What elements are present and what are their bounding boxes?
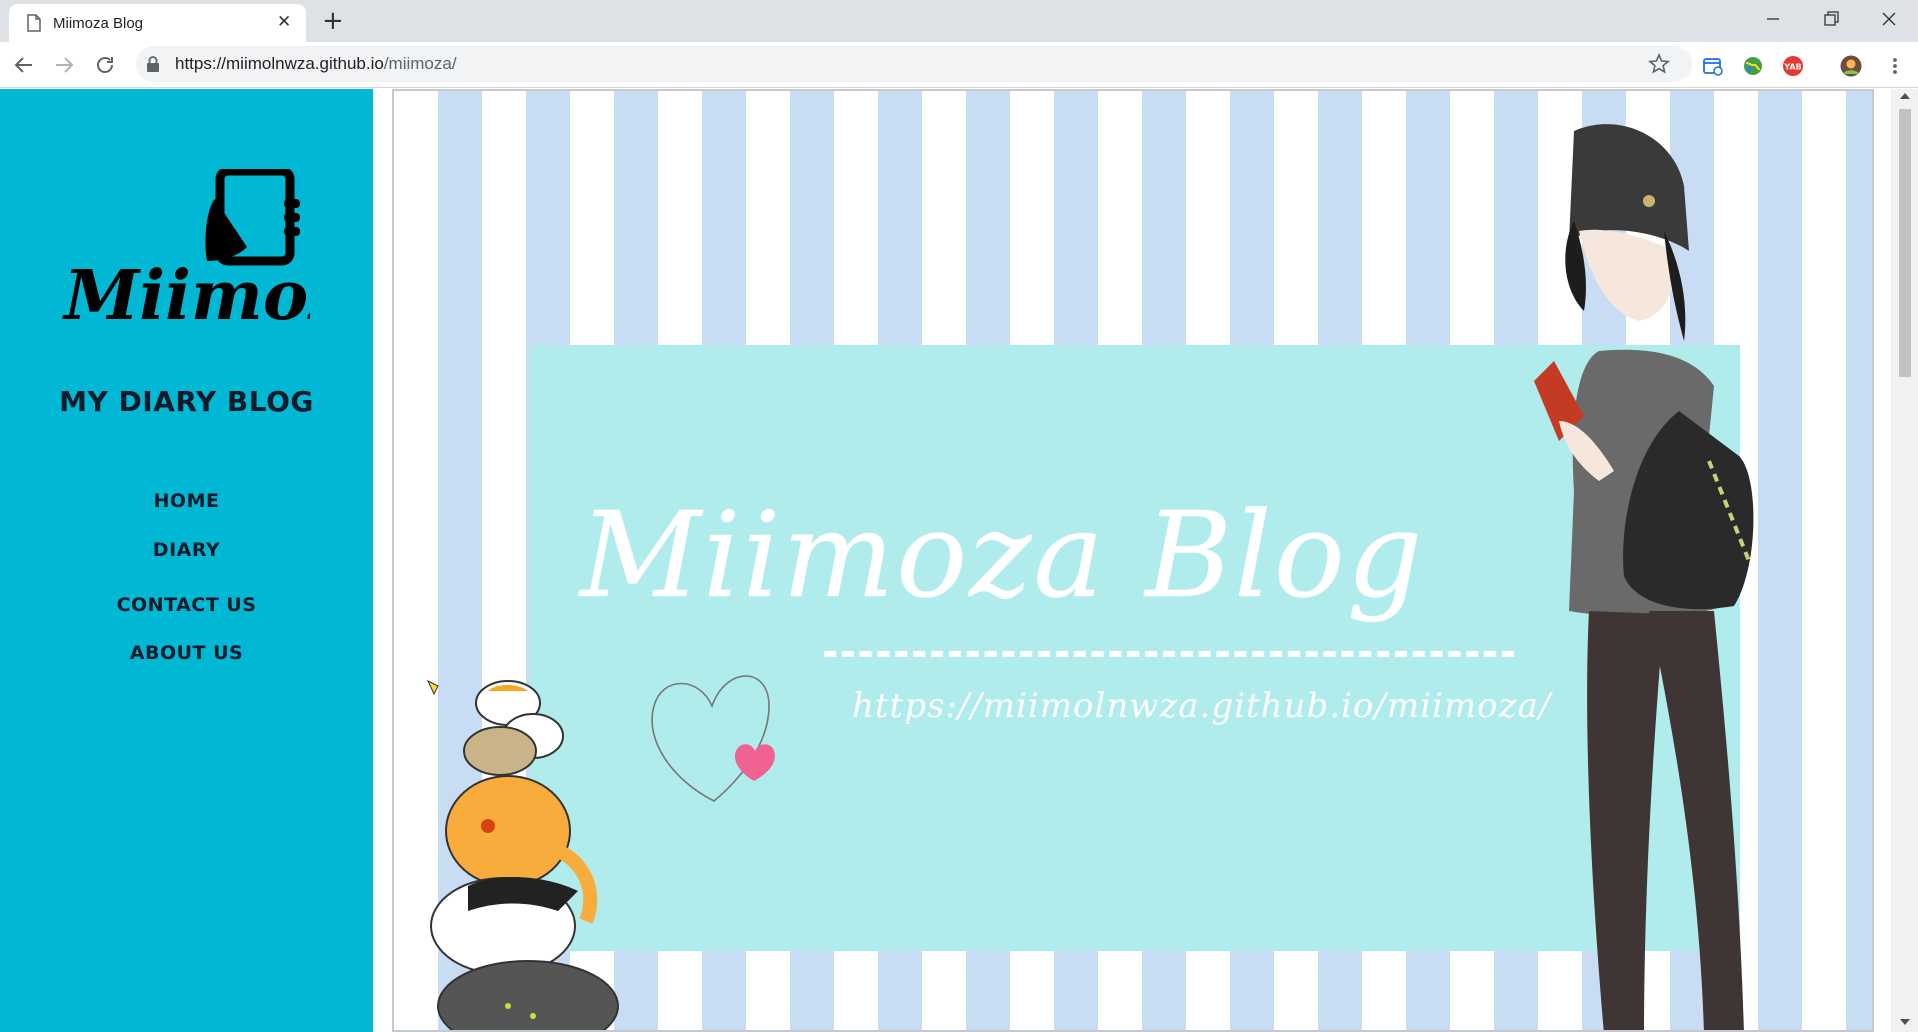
- address-bar[interactable]: https://miimolnwza.github.io/miimoza/: [136, 46, 1692, 82]
- close-window-icon[interactable]: [1878, 8, 1900, 30]
- anime-girl-illustration: [1534, 124, 1754, 1030]
- nav-diary[interactable]: DIARY: [0, 539, 373, 561]
- tab-title: Miimoza Blog: [53, 15, 144, 32]
- new-tab-button[interactable]: +: [322, 6, 344, 36]
- minimize-icon[interactable]: [1762, 8, 1784, 30]
- scrollbar-thumb[interactable]: [1899, 109, 1911, 377]
- nav-home[interactable]: HOME: [0, 490, 373, 512]
- bookmark-star-icon[interactable]: [1648, 53, 1670, 75]
- yab-extension-icon[interactable]: YAB: [1782, 55, 1804, 77]
- forward-icon[interactable]: [52, 53, 76, 77]
- menu-kebab-icon[interactable]: [1884, 55, 1906, 77]
- calendar-extension-icon[interactable]: [1702, 55, 1724, 77]
- reload-icon[interactable]: [93, 53, 117, 77]
- lock-icon: [147, 56, 159, 72]
- scroll-up-arrow-icon[interactable]: [1900, 93, 1910, 99]
- page-icon: [27, 14, 41, 32]
- browser-tab[interactable]: Miimoza Blog ✕: [9, 4, 306, 42]
- logo-wordmark: Miimoza: [62, 256, 310, 329]
- miimoza-logo: Miimoza: [62, 169, 310, 329]
- back-icon[interactable]: [12, 53, 36, 77]
- nav-about-us[interactable]: ABOUT US: [0, 642, 373, 664]
- vertical-scrollbar[interactable]: [1891, 89, 1918, 1032]
- banner-title: Miimoza Blog: [580, 486, 1425, 624]
- profile-avatar[interactable]: [1840, 55, 1862, 77]
- globe-extension-icon[interactable]: [1742, 55, 1764, 77]
- browser-toolbar: https://miimolnwza.github.io/miimoza/ YA…: [0, 42, 1918, 88]
- restore-icon[interactable]: [1820, 8, 1842, 30]
- dashed-divider: [824, 651, 1514, 657]
- tab-strip: Miimoza Blog ✕ +: [0, 0, 1918, 42]
- cat-stack-illustration: [426, 679, 619, 1030]
- scroll-down-arrow-icon[interactable]: [1900, 1019, 1910, 1025]
- nav-contact-us[interactable]: CONTACT US: [0, 594, 373, 616]
- close-tab-icon[interactable]: ✕: [277, 13, 291, 31]
- url-text: https://miimolnwza.github.io/miimoza/: [175, 54, 457, 73]
- web-page: Miimoza MY DIARY BLOG HOME DIARY CONTACT…: [0, 89, 1918, 1032]
- banner-image: Miimoza Blog https://miimolnwza.github.i…: [392, 89, 1874, 1032]
- heart-doodle: [651, 675, 775, 802]
- sidebar: Miimoza MY DIARY BLOG HOME DIARY CONTACT…: [0, 89, 373, 1032]
- yab-label: YAB: [1783, 63, 1801, 72]
- blog-title: MY DIARY BLOG: [59, 385, 314, 418]
